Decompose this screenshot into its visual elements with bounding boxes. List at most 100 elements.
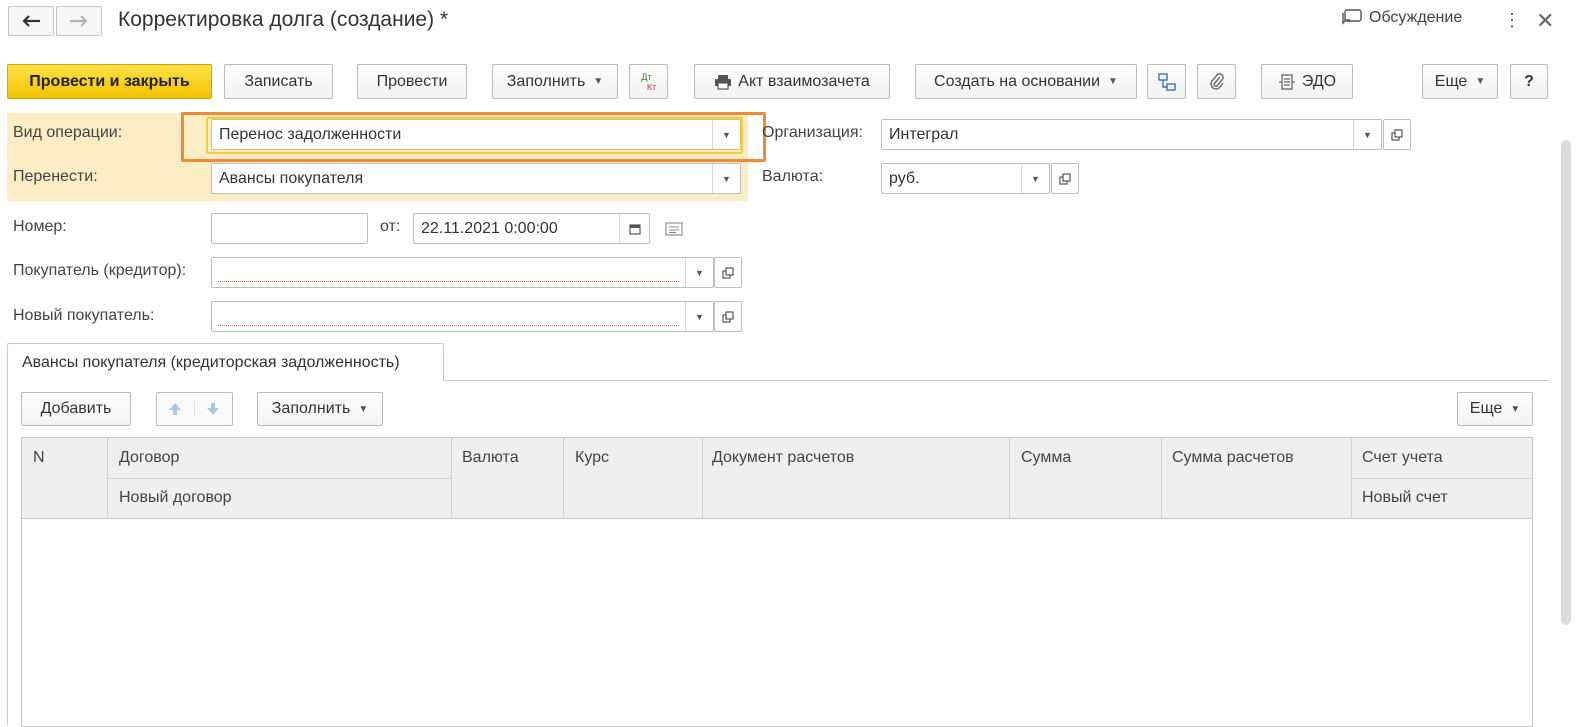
currency-label: Валюта:: [762, 168, 824, 185]
column-settlement-doc[interactable]: Документ расчетов: [712, 449, 854, 467]
dropdown-arrow-icon[interactable]: ▼: [685, 302, 713, 331]
page-title: Корректировка долга (создание) *: [118, 8, 449, 31]
dropdown-arrow-icon[interactable]: ▼: [1353, 120, 1381, 149]
chat-icon: [1342, 9, 1362, 25]
organization-value: Интеграл: [889, 125, 959, 143]
post-button[interactable]: Провести: [357, 64, 467, 99]
structure-button[interactable]: [1147, 64, 1186, 99]
row-divider: [1351, 478, 1532, 479]
discussion-label: Обсуждение: [1369, 9, 1463, 26]
buyer-field[interactable]: ▼: [211, 257, 714, 288]
operation-label: Вид операции:: [13, 124, 123, 141]
post-and-close-button[interactable]: Провести и закрыть: [7, 64, 212, 99]
focus-ring: [206, 117, 743, 154]
table-fill-button[interactable]: Заполнить ▼: [257, 392, 383, 426]
column-divider: [1161, 438, 1162, 519]
fill-button[interactable]: Заполнить ▼: [492, 64, 618, 99]
open-window-icon: [1391, 128, 1403, 141]
currency-field[interactable]: руб. ▼: [881, 163, 1050, 194]
column-settlement-amount[interactable]: Сумма расчетов: [1172, 449, 1294, 467]
column-divider: [702, 438, 703, 519]
dtkt-button[interactable]: Дт Кт: [629, 64, 668, 99]
create-based-on-button[interactable]: Создать на основании ▼: [915, 64, 1137, 99]
currency-open-button[interactable]: [1051, 163, 1079, 194]
edo-icon: [1278, 73, 1295, 90]
create-based-label: Создать на основании: [934, 72, 1101, 90]
post-label: Провести: [376, 72, 448, 90]
dropdown-arrow-icon[interactable]: ▼: [685, 258, 713, 287]
kt-icon: Кт: [646, 81, 657, 92]
scrollbar-thumb[interactable]: [1561, 140, 1571, 625]
row-divider: [107, 478, 451, 479]
column-amount[interactable]: Сумма: [1021, 449, 1071, 467]
help-icon: ?: [1524, 72, 1534, 90]
arrow-left-icon: [22, 15, 40, 27]
back-button[interactable]: [8, 6, 54, 36]
save-button[interactable]: Записать: [224, 64, 333, 99]
open-window-icon: [1059, 172, 1071, 185]
more-button[interactable]: Еще ▼: [1422, 64, 1498, 99]
organization-open-button[interactable]: [1383, 119, 1411, 150]
move-buttons: [156, 392, 233, 426]
chevron-down-icon: ▼: [1475, 76, 1486, 87]
chevron-down-icon: ▼: [1108, 76, 1118, 87]
discussion-button[interactable]: Обсуждение: [1341, 9, 1462, 27]
paperclip-icon: [1209, 72, 1224, 90]
advances-table[interactable]: N Договор Новый договор Валюта Курс Доку…: [21, 437, 1533, 727]
column-currency[interactable]: Валюта: [462, 449, 519, 467]
forward-button[interactable]: [56, 6, 102, 36]
tab-advances[interactable]: Авансы покупателя (кредиторская задолжен…: [7, 343, 444, 381]
organization-label: Организация:: [762, 124, 863, 141]
number-label: Номер:: [13, 218, 67, 235]
transfer-value: Авансы покупателя: [219, 169, 364, 187]
offset-act-label: Акт взаимозачета: [738, 72, 870, 90]
currency-value: руб.: [889, 169, 920, 187]
dropdown-arrow-icon[interactable]: ▼: [712, 164, 740, 193]
column-divider: [563, 438, 564, 519]
column-divider: [1009, 438, 1010, 519]
table-more-button[interactable]: Еще ▼: [1457, 392, 1533, 426]
offset-act-button[interactable]: Акт взаимозачета: [694, 64, 890, 99]
edo-button[interactable]: ЭДО: [1261, 64, 1353, 99]
table-fill-label: Заполнить: [271, 400, 351, 417]
organization-field[interactable]: Интеграл ▼: [881, 119, 1382, 150]
date-field[interactable]: 22.11.2021 0:00:00: [413, 213, 650, 244]
help-button[interactable]: ?: [1510, 64, 1548, 99]
date-value: 22.11.2021 0:00:00: [421, 219, 558, 237]
more-label: Еще: [1434, 72, 1468, 90]
date-from-label: от:: [380, 218, 401, 235]
add-row-button[interactable]: Добавить: [21, 392, 131, 426]
chevron-down-icon: ▼: [593, 76, 604, 87]
dropdown-arrow-icon[interactable]: ▼: [1021, 164, 1049, 193]
column-n[interactable]: N: [33, 449, 45, 467]
close-icon[interactable]: ✕: [1536, 8, 1554, 34]
buyer-open-button[interactable]: [714, 257, 742, 288]
column-account[interactable]: Счет учета: [1362, 449, 1443, 467]
fill-label: Заполнить: [506, 72, 586, 90]
table-more-label: Еще: [1469, 400, 1503, 417]
date-details-icon[interactable]: [665, 222, 683, 241]
new-buyer-field[interactable]: ▼: [211, 301, 714, 332]
attach-button[interactable]: [1197, 64, 1236, 99]
column-contract[interactable]: Договор: [119, 449, 179, 467]
buyer-label: Покупатель (кредитор):: [13, 262, 187, 279]
chevron-down-icon: ▼: [358, 403, 369, 415]
column-new-account[interactable]: Новый счет: [1362, 489, 1448, 507]
dt-icon: Дт: [641, 71, 652, 82]
save-label: Записать: [244, 72, 313, 90]
move-down-icon[interactable]: [195, 401, 233, 417]
move-up-icon[interactable]: [157, 401, 195, 417]
number-field[interactable]: [211, 213, 368, 244]
new-buyer-open-button[interactable]: [714, 301, 742, 332]
required-underline: [218, 325, 679, 326]
arrow-right-icon: [70, 15, 88, 27]
column-rate[interactable]: Курс: [575, 449, 609, 467]
transfer-select[interactable]: Авансы покупателя ▼: [211, 163, 741, 194]
tab-advances-label: Авансы покупателя (кредиторская задолжен…: [22, 353, 400, 371]
transfer-label: Перенести:: [13, 168, 98, 185]
more-menu-icon[interactable]: ⋮: [1503, 10, 1521, 31]
calendar-icon[interactable]: [619, 214, 649, 243]
add-row-label: Добавить: [40, 400, 112, 417]
required-underline: [218, 281, 679, 282]
column-new-contract[interactable]: Новый договор: [119, 489, 232, 507]
